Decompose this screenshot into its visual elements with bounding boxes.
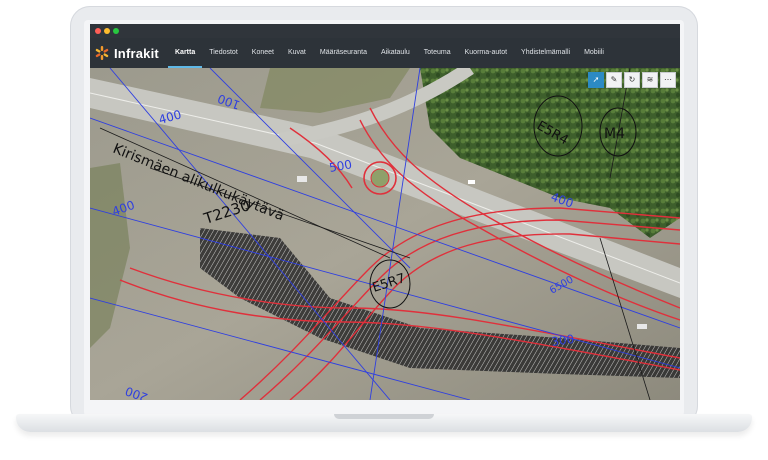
app-window: Infrakit Kartta Tiedostot Koneet Kuvat M… — [90, 24, 680, 400]
nav-tab-aikataulu[interactable]: Aikataulu — [374, 38, 417, 68]
vehicle-marker — [637, 324, 647, 329]
layers-icon[interactable]: ≋ — [642, 72, 658, 88]
nav-tab-tiedostot[interactable]: Tiedostot — [202, 38, 245, 68]
laptop-notch — [334, 414, 434, 419]
minimize-window-dot[interactable] — [104, 28, 110, 34]
brand-logo[interactable]: Infrakit — [94, 44, 159, 62]
infrakit-logo-icon — [95, 46, 109, 60]
nav-tab-maaraseuranta[interactable]: Määräseuranta — [313, 38, 374, 68]
nav-tab-koneet[interactable]: Koneet — [245, 38, 281, 68]
pen-icon[interactable]: ✎ — [606, 72, 622, 88]
nav-tab-toteuma[interactable]: Toteuma — [417, 38, 458, 68]
maximize-window-dot[interactable] — [113, 28, 119, 34]
close-window-dot[interactable] — [95, 28, 101, 34]
vehicle-marker — [468, 180, 475, 184]
map-canvas[interactable]: Kirismäen alikulkukäytävä T2230 E5R4 M4 … — [90, 68, 680, 400]
map-toolbar: ➚ ✎ ↻ ≋ ⋯ — [588, 72, 676, 88]
nav-menu: Kartta Tiedostot Koneet Kuvat Määräseura… — [168, 38, 611, 68]
window-titlebar — [90, 24, 680, 38]
nav-tab-kartta[interactable]: Kartta — [168, 38, 203, 68]
laptop-base — [16, 414, 752, 432]
nav-tab-yhdistelmamalli[interactable]: Yhdistelmämalli — [514, 38, 577, 68]
nav-tab-kuvat[interactable]: Kuvat — [281, 38, 313, 68]
pointer-icon[interactable]: ➚ — [588, 72, 604, 88]
m4-label: M4 — [604, 126, 625, 142]
roundabout-inner — [370, 168, 390, 188]
rotate-icon[interactable]: ↻ — [624, 72, 640, 88]
map-view[interactable]: Kirismäen alikulkukäytävä T2230 E5R4 M4 … — [90, 68, 680, 400]
nav-tab-kuorma-autot[interactable]: Kuorma-autot — [458, 38, 514, 68]
vehicle-marker — [297, 176, 307, 182]
brand-name: Infrakit — [114, 45, 159, 61]
top-navigation: Infrakit Kartta Tiedostot Koneet Kuvat M… — [90, 38, 680, 68]
more-icon[interactable]: ⋯ — [660, 72, 676, 88]
nav-tab-mobiili[interactable]: Mobiili — [577, 38, 611, 68]
